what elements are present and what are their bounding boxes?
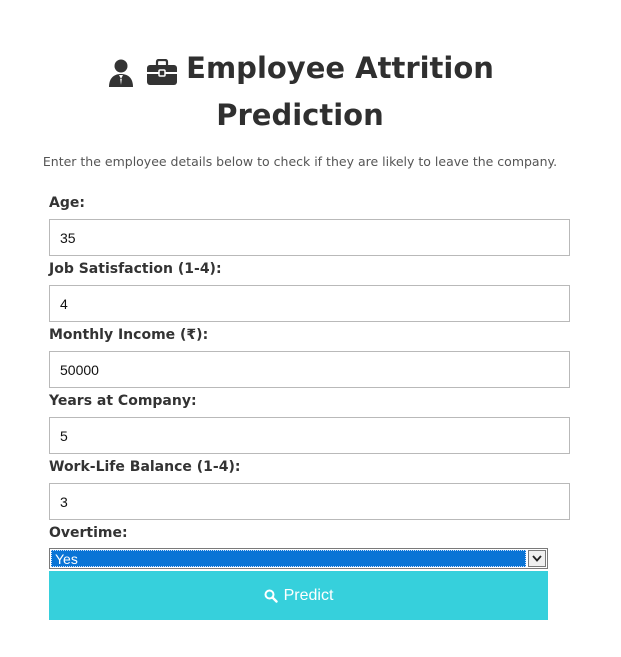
overtime-select[interactable]: Yes [49,548,548,569]
title-text: Employee Attrition Prediction [186,51,494,132]
title-icons [106,49,178,93]
chevron-down-icon [532,555,542,562]
job-satisfaction-input[interactable] [49,285,570,322]
briefcase-icon [147,58,178,85]
predict-button-label: Predict [283,586,334,604]
predict-button[interactable]: Predict [49,571,548,620]
years-at-company-label: Years at Company: [49,393,197,409]
work-life-balance-input[interactable] [49,483,570,520]
monthly-income-label: Monthly Income (₹): [49,327,209,343]
overtime-selected-value: Yes [51,550,526,567]
dropdown-arrow[interactable] [528,550,546,567]
monthly-income-input[interactable] [49,351,570,388]
years-at-company-input[interactable] [49,417,570,454]
page-title: Employee Attrition Prediction [100,46,500,137]
user-icon [109,59,134,87]
page-subtitle: Enter the employee details below to chec… [42,154,558,169]
work-life-balance-label: Work-Life Balance (1-4): [49,459,241,475]
overtime-label: Overtime: [49,525,128,541]
job-satisfaction-label: Job Satisfaction (1-4): [49,261,222,277]
search-icon [264,589,278,603]
age-label: Age: [49,195,85,211]
age-input[interactable] [49,219,570,256]
